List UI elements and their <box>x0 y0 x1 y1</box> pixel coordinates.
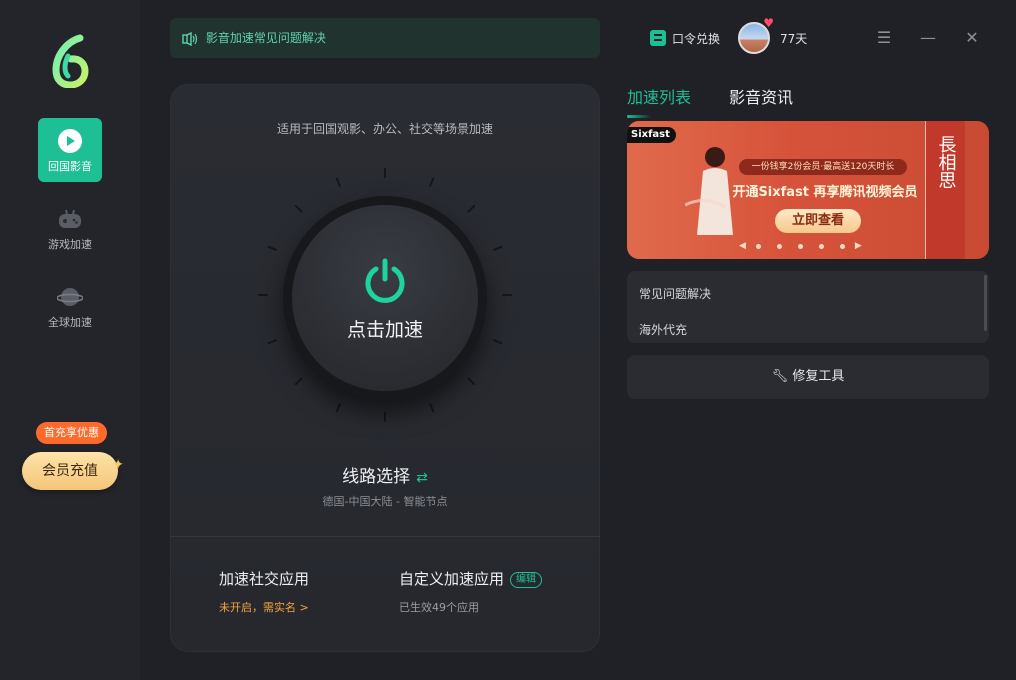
custom-accel-card[interactable]: 自定义加速应用 编辑 已生效49个应用 <box>399 568 543 615</box>
banner-headline: 开通Sixfast 再享腾讯视频会员 <box>732 185 918 200</box>
custom-accel-title: 自定义加速应用 <box>399 570 505 588</box>
app-window: 回国影音 游戏加速 全球加速 首充享优惠 会员充值 ✦ 影音加速常见问题解决 口… <box>0 0 1016 680</box>
route-detail: 德国-中国大陆 - 智能节点 <box>322 495 448 508</box>
dial-tick <box>267 245 277 251</box>
banner-side-text: 長相思 <box>935 135 957 189</box>
heart-icon: ♥ <box>763 16 775 30</box>
pager-dot[interactable] <box>839 243 845 249</box>
dial-tick <box>467 377 476 386</box>
dial-tick <box>429 403 435 413</box>
edit-button[interactable]: 编辑 <box>510 571 543 588</box>
sidebar-item-video[interactable]: 回国影音 <box>38 118 102 182</box>
banner-brand: Sixfast <box>627 127 676 143</box>
avatar[interactable]: ♥ <box>738 16 774 54</box>
dial-tick <box>467 204 476 213</box>
play-icon <box>58 129 82 153</box>
faq-item[interactable]: 常见问题解决 <box>639 285 711 302</box>
sidebar-item-label: 游戏加速 <box>48 238 92 251</box>
power-icon <box>365 258 405 303</box>
accelerate-label: 点击加速 <box>346 319 423 341</box>
wrench-icon: 🔧︎ <box>771 369 789 384</box>
vip-recharge-label: 会员充值 <box>42 463 98 479</box>
dial-tick <box>493 245 503 251</box>
pager-dot[interactable] <box>755 243 761 249</box>
faq-list: 常见问题解决 海外代充 <box>627 271 989 343</box>
membership-days: 77天 <box>780 31 808 46</box>
social-accel-status[interactable]: 未开启，需实名 > <box>219 599 309 615</box>
repair-tool-label: 修复工具 <box>792 369 845 384</box>
scrollbar[interactable] <box>984 275 987 331</box>
swap-icon: ⇄ <box>416 470 428 486</box>
faq-item[interactable]: 海外代充 <box>639 321 687 338</box>
planet-icon <box>57 288 83 306</box>
banner-tag: 一份钱享2份会员·最高送120天时长 <box>739 159 907 175</box>
tab-accel-list[interactable]: 加速列表 <box>627 84 691 118</box>
close-icon[interactable]: ✕ <box>962 28 982 48</box>
sidebar-item-label: 全球加速 <box>48 316 92 329</box>
first-charge-badge: 首充享优惠 <box>36 422 107 444</box>
pager-dot[interactable] <box>818 243 824 249</box>
next-icon[interactable]: ▶ <box>855 241 862 251</box>
tab-media-news[interactable]: 影音资讯 <box>729 84 793 114</box>
sidebar: 回国影音 游戏加速 全球加速 首充享优惠 会员充值 ✦ <box>0 0 140 680</box>
vip-recharge-button[interactable]: 会员充值 ✦ <box>22 452 124 490</box>
sidebar-item-global[interactable]: 全球加速 <box>38 274 102 338</box>
banner-cta-button[interactable]: 立即查看 <box>775 209 861 233</box>
sparkle-icon: ✦ <box>112 457 124 473</box>
ticket-icon <box>650 30 666 46</box>
prev-icon[interactable]: ◀ <box>739 241 746 251</box>
banner-drama-title: 長相思 <box>925 121 965 259</box>
faq-notice-text: 影音加速常见问题解决 <box>205 31 326 45</box>
faq-notice-bar[interactable]: 影音加速常见问题解决 <box>170 18 600 58</box>
account-area: 口令兑换 ♥ 77天 <box>650 16 808 58</box>
gamepad-icon <box>59 209 81 228</box>
pager-dot[interactable] <box>797 243 803 249</box>
banner-pager: ◀ ▶ <box>737 241 864 251</box>
right-tabs: 加速列表 影音资讯 <box>627 84 831 118</box>
dial-tick <box>335 403 341 413</box>
custom-accel-status: 已生效49个应用 <box>399 601 479 614</box>
route-title: 线路选择 <box>342 467 411 487</box>
dial-tick <box>294 377 303 386</box>
dial-tick <box>335 177 341 187</box>
divider <box>170 536 600 537</box>
social-accel-card[interactable]: 加速社交应用 未开启，需实名 > <box>219 568 309 615</box>
app-logo <box>52 34 89 88</box>
pager-dot[interactable] <box>776 243 782 249</box>
minimize-icon[interactable]: — <box>918 28 938 48</box>
dial-tick <box>267 339 277 345</box>
scenario-subtitle: 适用于回国观影、办公、社交等场景加速 <box>276 122 493 136</box>
promo-banner[interactable]: Sixfast 一份钱享2份会员·最高送120天时长 开通Sixfast 再享腾… <box>627 121 989 259</box>
repair-tool-button[interactable]: 🔧︎ 修复工具 <box>627 355 989 399</box>
social-accel-title: 加速社交应用 <box>219 570 310 588</box>
dial-tick <box>429 177 435 187</box>
dial-tick <box>493 339 503 345</box>
accelerate-button[interactable]: 点击加速 <box>292 205 478 391</box>
redeem-code-button[interactable]: 口令兑换 <box>650 30 720 47</box>
sidebar-item-game[interactable]: 游戏加速 <box>38 196 102 260</box>
route-selector[interactable]: 线路选择 ⇄ 德国-中国大陆 - 智能节点 <box>170 462 600 509</box>
menu-icon[interactable]: ☰ <box>874 28 894 48</box>
dial-tick <box>294 204 303 213</box>
speaker-icon <box>182 31 198 46</box>
redeem-label: 口令兑换 <box>672 31 721 46</box>
sidebar-item-label: 回国影音 <box>48 160 92 173</box>
